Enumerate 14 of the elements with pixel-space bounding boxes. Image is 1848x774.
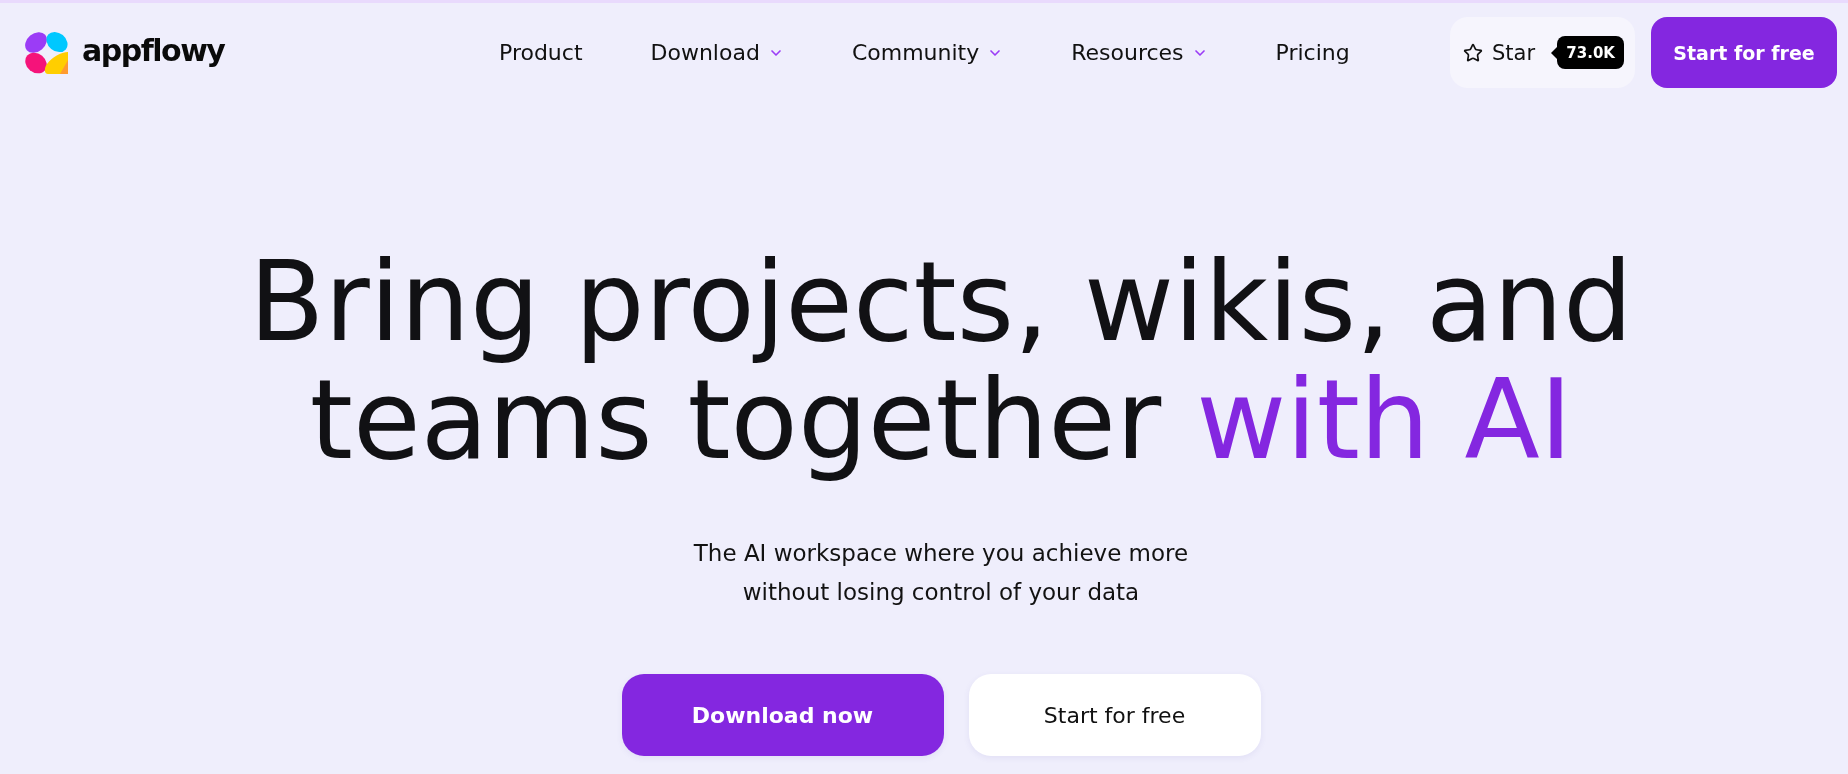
nav-link[interactable]: Community (851, 40, 1004, 65)
github-star-button[interactable]: Star 73.0K (1450, 17, 1635, 88)
nav-link[interactable]: Download (650, 40, 784, 65)
logo-wordmark[interactable]: appflowy (82, 35, 225, 70)
download-button[interactable]: Download now (621, 674, 944, 756)
nav-link[interactable]: Resources (1071, 40, 1208, 65)
nav-link[interactable]: Product (499, 40, 583, 65)
hero-headline: Bring projects, wikis, and teams together with AI (249, 243, 1633, 479)
start-free-button[interactable]: Start for free (1651, 17, 1837, 88)
nav-link[interactable]: Pricing (1275, 40, 1350, 65)
star-icon (1463, 42, 1483, 63)
hero-subtitle: The AI workspace where you achieve more without losing control of your data (693, 539, 1189, 607)
logo-icon (24, 30, 69, 75)
start-free-button[interactable]: Start for free (968, 674, 1261, 756)
